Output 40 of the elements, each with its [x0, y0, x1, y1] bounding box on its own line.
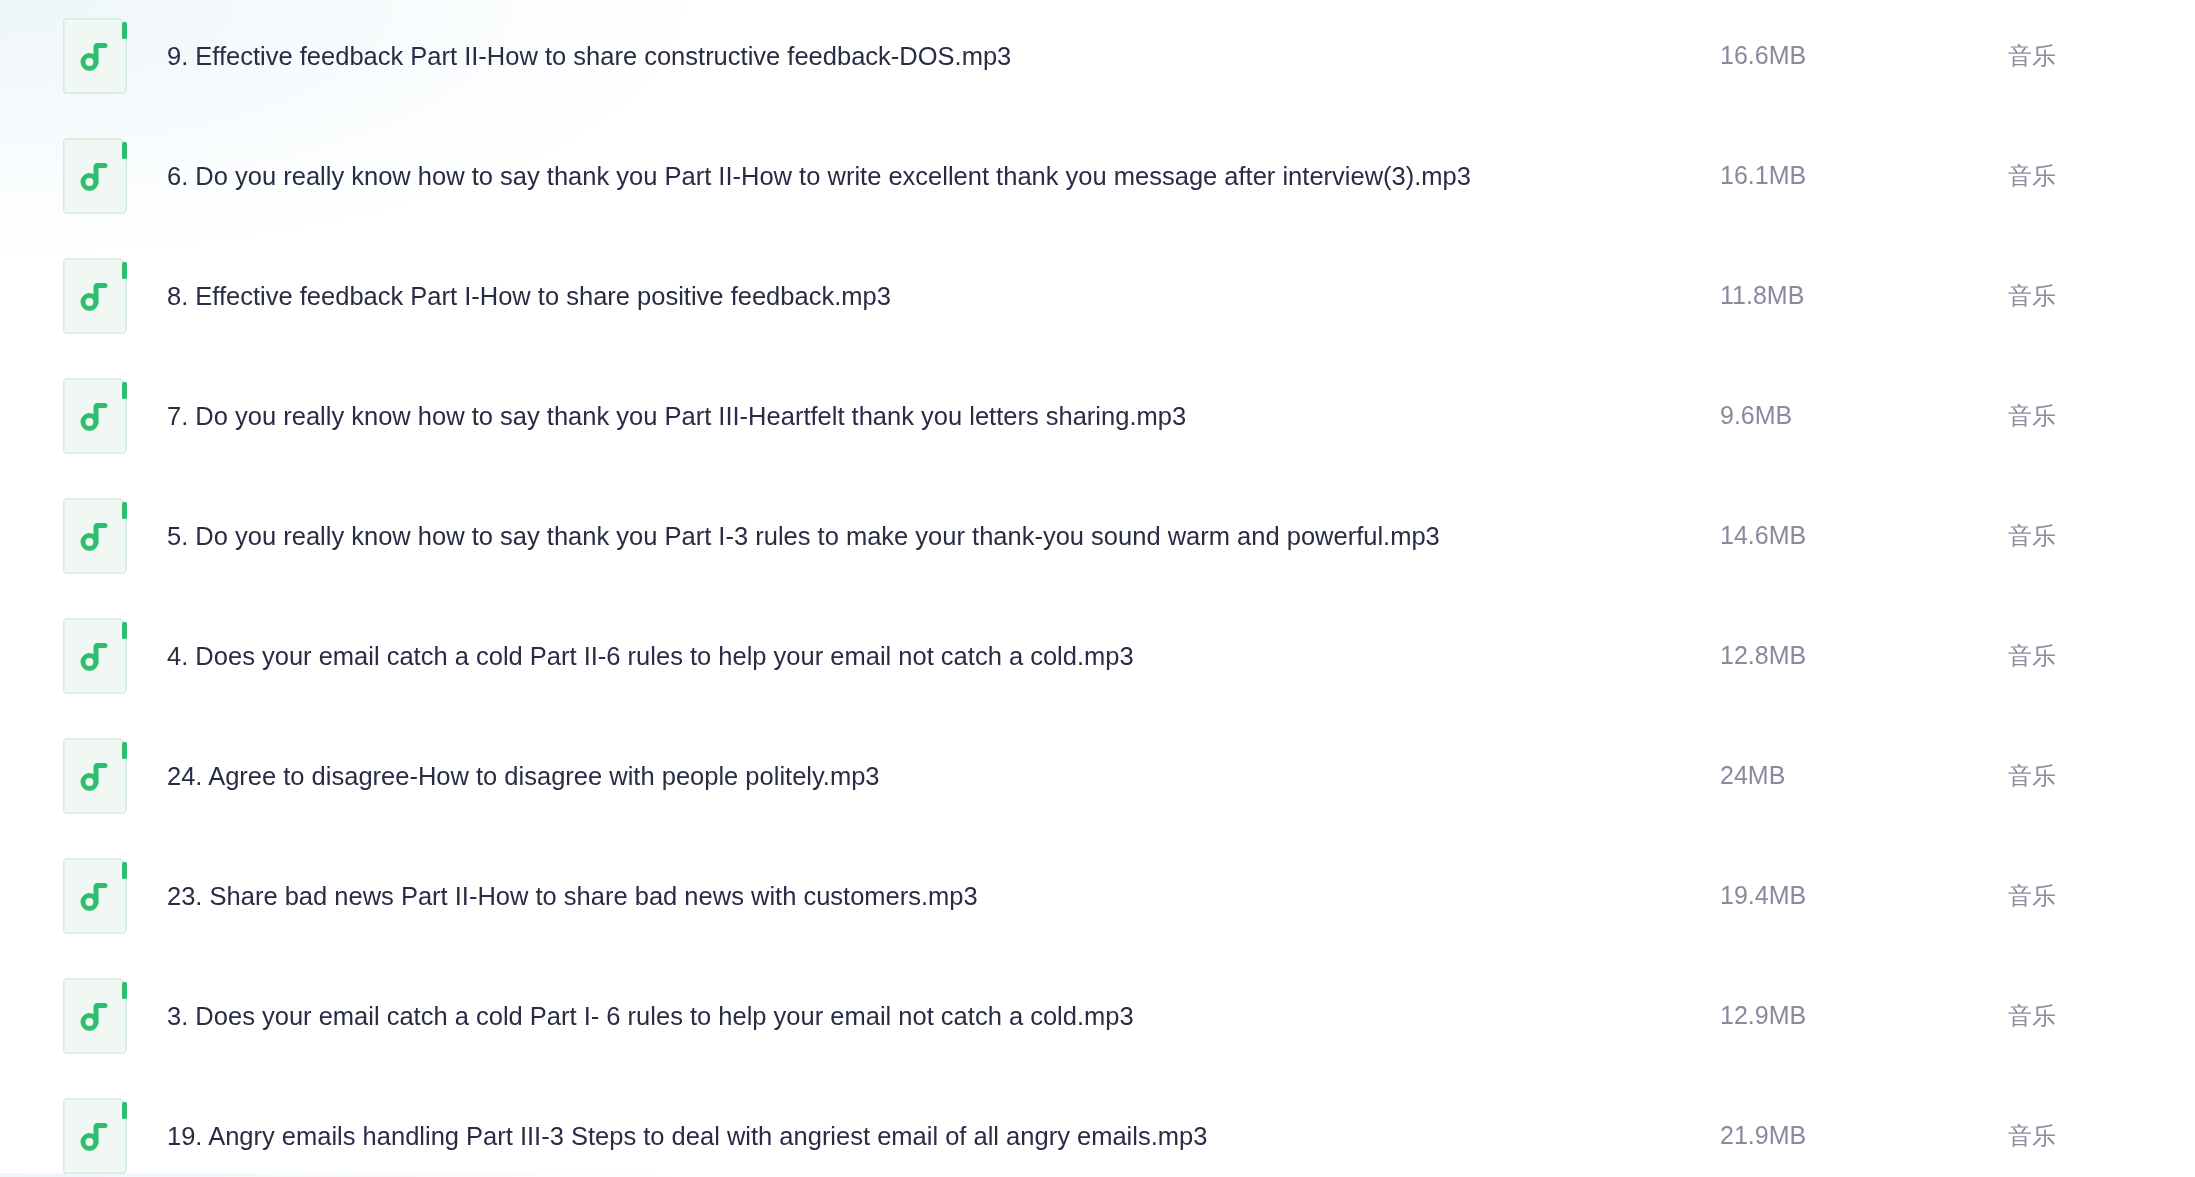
file-size: 21.9MB [1720, 1120, 1807, 1152]
file-type: 音乐 [2008, 641, 2056, 671]
file-name: 9. Effective feedback Part II-How to share constructive feedback-DOS.mp3 [167, 40, 1012, 72]
music-file-icon [63, 18, 127, 94]
file-size: 12.8MB [1720, 640, 1807, 672]
file-name: 4. Does your email catch a cold Part II-6 rules to help your email not catch a cold.mp3 [167, 640, 1134, 672]
file-size: 16.1MB [1720, 160, 1807, 192]
music-file-icon [63, 1098, 127, 1174]
file-type: 音乐 [2008, 281, 2056, 311]
file-name: 24. Agree to disagree-How to disagree with people politely.mp3 [167, 760, 880, 792]
file-name: 6. Do you really know how to say thank you Part II-How to write excellent thank you message after interview(3).mp3 [167, 160, 1471, 192]
music-file-icon [63, 738, 127, 814]
file-name: 5. Do you really know how to say thank you Part I-3 rules to make your thank-you sound warm and powerful.mp3 [167, 520, 1440, 552]
file-name: 3. Does your email catch a cold Part I- 6 rules to help your email not catch a cold.mp3 [167, 1000, 1134, 1032]
file-type: 音乐 [2008, 1001, 2056, 1031]
file-name: 7. Do you really know how to say thank you Part III-Heartfelt thank you letters sharing.mp3 [167, 400, 1187, 432]
file-type: 音乐 [2008, 1121, 2056, 1151]
file-size: 16.6MB [1720, 40, 1807, 72]
file-size: 14.6MB [1720, 520, 1807, 552]
music-file-icon [63, 258, 127, 334]
music-file-icon [63, 978, 127, 1054]
music-file-icon [63, 138, 127, 214]
file-name: 23. Share bad news Part II-How to share bad news with customers.mp3 [167, 880, 978, 912]
file-type: 音乐 [2008, 761, 2056, 791]
music-file-icon [63, 858, 127, 934]
file-type: 音乐 [2008, 41, 2056, 71]
file-type: 音乐 [2008, 881, 2056, 911]
file-type: 音乐 [2008, 521, 2056, 551]
file-type: 音乐 [2008, 401, 2056, 431]
file-type: 音乐 [2008, 161, 2056, 191]
file-size: 19.4MB [1720, 880, 1807, 912]
music-file-icon [63, 498, 127, 574]
file-name: 19. Angry emails handling Part III-3 Steps to deal with angriest email of all angry emails.mp3 [167, 1120, 1208, 1152]
file-size: 9.6MB [1720, 400, 1793, 432]
music-file-icon [63, 378, 127, 454]
music-file-icon [63, 618, 127, 694]
file-size: 11.8MB [1720, 280, 1805, 312]
file-size: 24MB [1720, 760, 1786, 792]
file-size: 12.9MB [1720, 1000, 1807, 1032]
file-name: 8. Effective feedback Part I-How to share positive feedback.mp3 [167, 280, 891, 312]
